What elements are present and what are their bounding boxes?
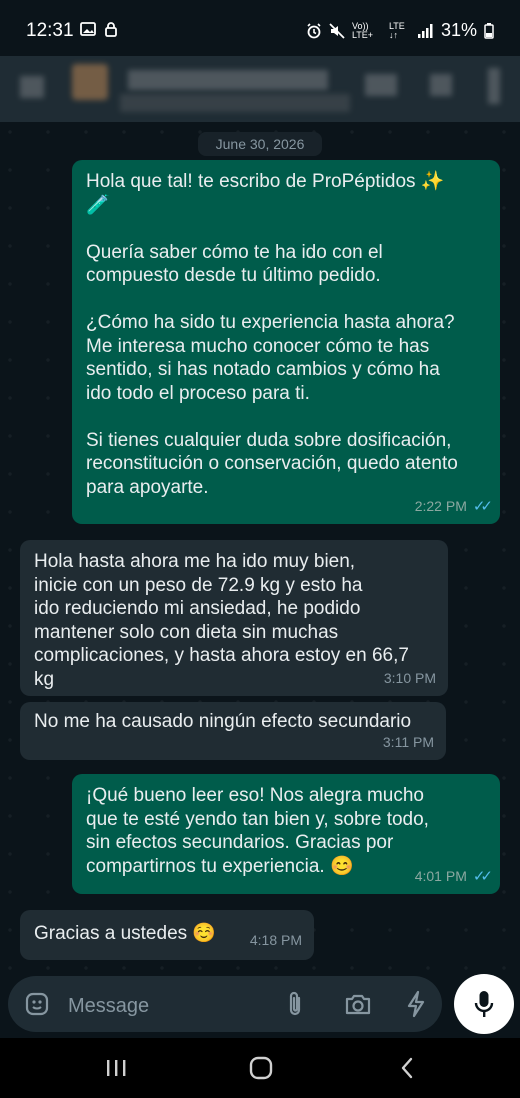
chat-header[interactable] — [0, 56, 520, 122]
volte-indicator: Vo)) LTE+ — [351, 20, 374, 40]
lock-icon — [105, 22, 117, 37]
message-time: 3:11 PM — [382, 733, 434, 750]
message-bubble-incoming[interactable]: No me ha causado ningún efecto secundari… — [20, 702, 446, 760]
message-time: 2:22 PM — [414, 497, 467, 514]
lte-indicator: LTE ↓↑ — [388, 20, 405, 40]
message-time: 4:18 PM — [249, 931, 302, 948]
payment-bolt-icon[interactable] — [402, 989, 430, 1019]
message-text: Gracias a ustedes ☺️ — [34, 923, 217, 944]
recent-apps-icon[interactable] — [104, 1058, 128, 1078]
redacted-avatar[interactable] — [72, 64, 108, 100]
message-text: Hola hasta ahora me ha ido muy bien, ini… — [34, 551, 409, 690]
message-bubble-outgoing[interactable]: ¡Qué bueno leer eso! Nos alegra mucho qu… — [72, 774, 500, 894]
message-time: 3:10 PM — [383, 669, 436, 686]
redacted-video-call[interactable] — [365, 74, 397, 96]
message-text: Hola que tal! te escribo de ProPéptidos … — [86, 171, 458, 498]
redacted-voice-call[interactable] — [430, 74, 452, 96]
message-input-container[interactable] — [8, 976, 442, 1032]
battery-icon — [484, 22, 494, 39]
back-icon[interactable] — [398, 1056, 416, 1080]
read-receipt-icon: ✓✓ — [472, 497, 493, 515]
battery-percent: 31% — [440, 20, 477, 40]
status-time: 12:31 — [26, 20, 74, 41]
android-nav-bar — [0, 1038, 520, 1098]
signal-icon — [417, 23, 433, 38]
chat-area[interactable]: June 30, 2026 Hola que tal! te escribo d… — [0, 122, 520, 974]
read-receipt-icon: ✓✓ — [472, 867, 493, 885]
gallery-icon — [80, 22, 96, 36]
redacted-back-area — [20, 76, 44, 98]
redacted-contact-name[interactable] — [128, 70, 328, 90]
message-input[interactable] — [66, 991, 250, 1021]
camera-icon[interactable] — [342, 989, 374, 1019]
message-composer — [0, 974, 520, 1038]
status-bar: 12:31 Vo)) LTE+ LTE ↓↑ 31% — [0, 0, 520, 56]
microphone-icon — [474, 991, 494, 1017]
redacted-contact-status — [120, 94, 350, 112]
message-time: 4:01 PM — [414, 867, 467, 884]
date-chip: June 30, 2026 — [198, 132, 322, 156]
redacted-menu[interactable] — [488, 68, 500, 104]
voice-record-button[interactable] — [454, 974, 514, 1034]
message-bubble-incoming[interactable]: Hola hasta ahora me ha ido muy bien, ini… — [20, 540, 448, 696]
alarm-icon — [307, 22, 321, 38]
mute-icon — [329, 22, 345, 39]
message-bubble-incoming[interactable]: Gracias a ustedes ☺️ 4:18 PM — [20, 910, 314, 960]
message-bubble-outgoing[interactable]: Hola que tal! te escribo de ProPéptidos … — [72, 160, 500, 524]
message-text: No me ha causado ningún efecto secundari… — [34, 711, 412, 732]
home-icon[interactable] — [248, 1056, 274, 1080]
attach-icon[interactable] — [280, 989, 310, 1019]
sticker-icon[interactable] — [22, 989, 52, 1019]
